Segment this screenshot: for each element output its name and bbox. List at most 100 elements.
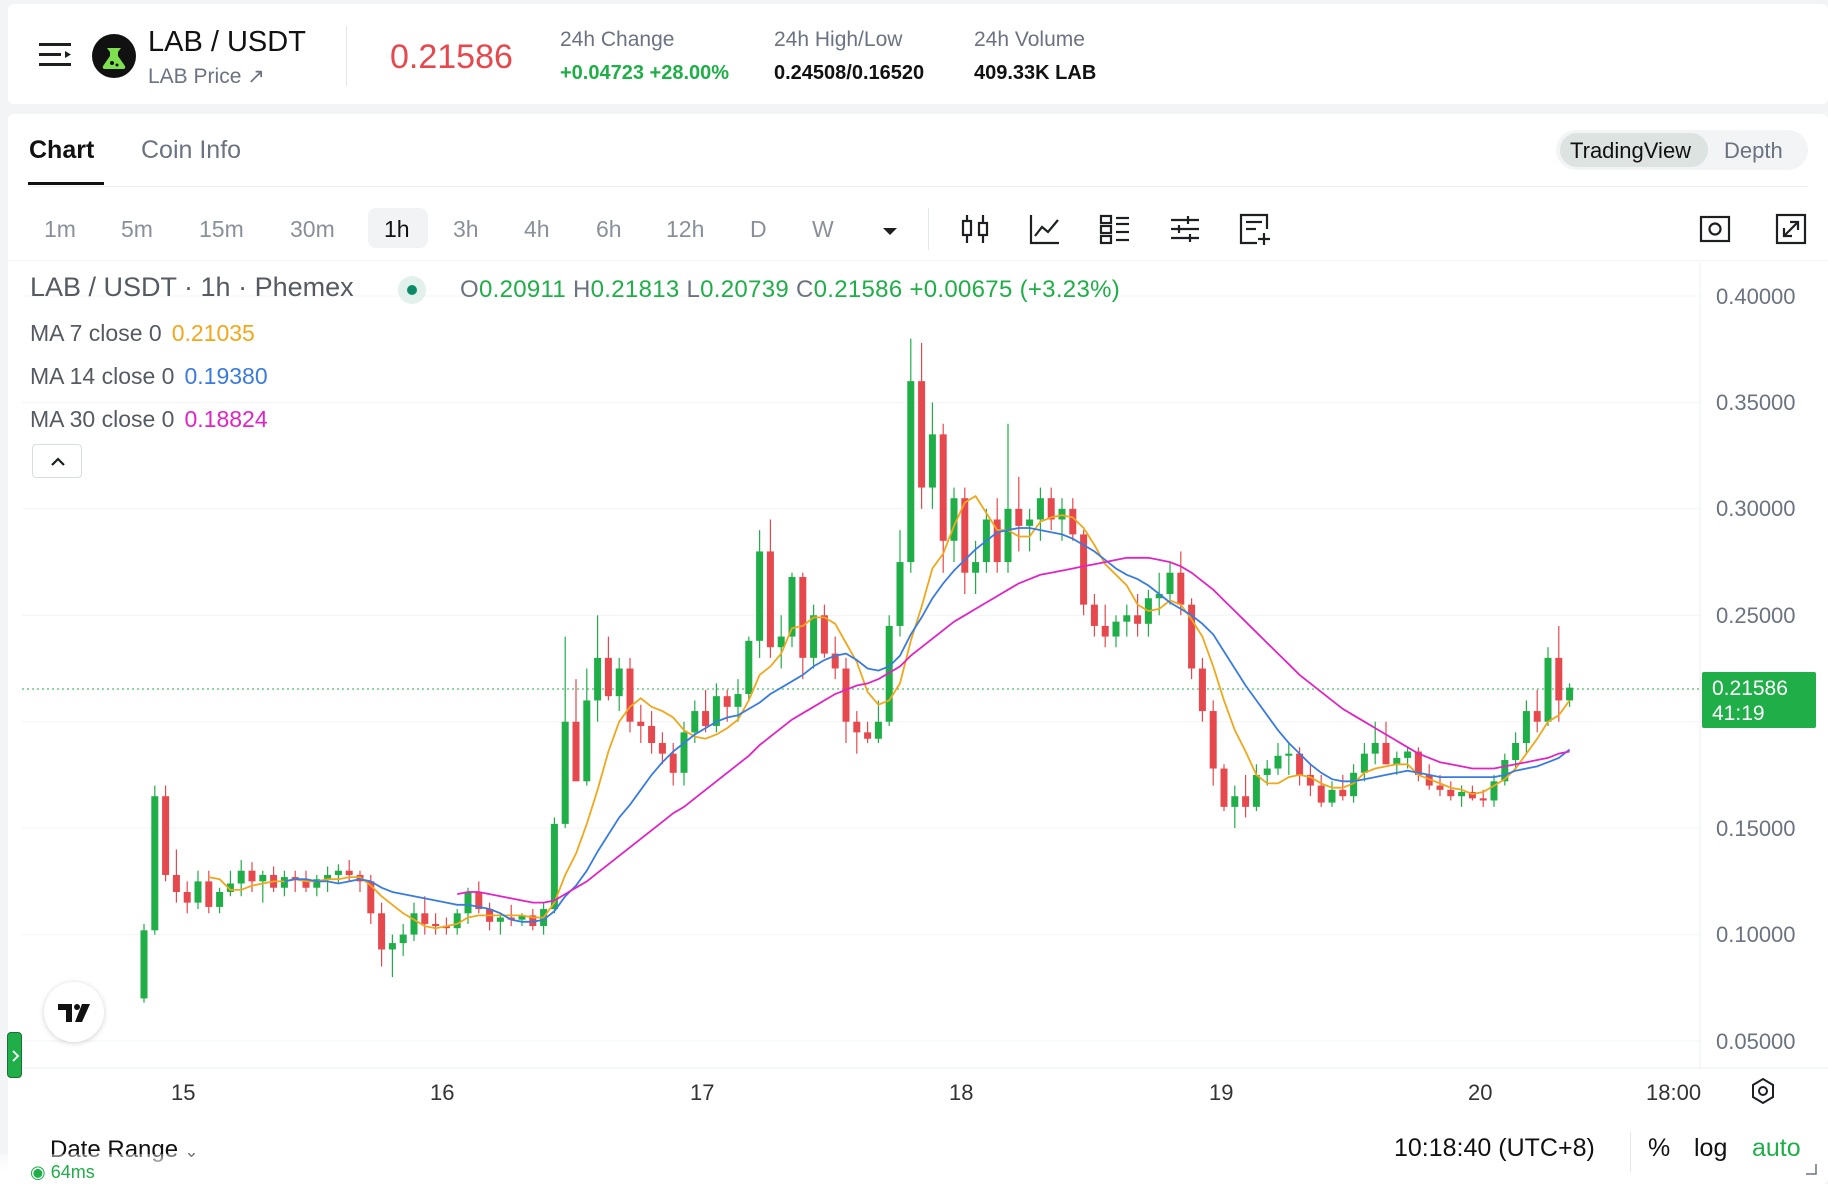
candle-body [680, 732, 688, 773]
ohlc-close-key: C [795, 276, 814, 303]
price-chart[interactable] [0, 0, 1828, 1184]
candle [388, 934, 396, 978]
candle [356, 870, 364, 892]
candle [172, 849, 180, 903]
candle-body [1101, 625, 1109, 637]
candle-body [874, 721, 882, 739]
chevron-right-icon [12, 1050, 20, 1062]
candle-body [1285, 753, 1293, 756]
candle [1522, 700, 1530, 754]
candle [1328, 781, 1336, 807]
percent-scale-toggle[interactable]: % [1648, 1134, 1670, 1163]
candle [1188, 598, 1196, 680]
candle [1036, 487, 1044, 541]
candle-body [896, 562, 904, 626]
ma30-line [457, 556, 1570, 904]
candle-body [1274, 755, 1282, 769]
candle [853, 711, 861, 754]
auto-scale-toggle[interactable]: auto [1752, 1134, 1801, 1163]
ma30-legend[interactable]: MA 30 close 0 0.18824 [30, 406, 268, 433]
candle [766, 519, 774, 658]
ma7-legend[interactable]: MA 7 close 0 0.21035 [30, 320, 255, 347]
x-tick: 17 [690, 1080, 715, 1105]
candle [637, 704, 645, 743]
chart-footer: Date Range ⌄ ◉ 64ms 10:18:40 (UTC+8) % l… [0, 1118, 1828, 1184]
candle-body [496, 917, 504, 922]
candle-body [1069, 508, 1077, 535]
candle-body [388, 943, 396, 950]
candle-body [561, 721, 569, 824]
ohlc-low-key: L [686, 276, 701, 303]
candle-body [162, 796, 170, 875]
candle [1101, 604, 1109, 648]
candle-body [1036, 498, 1044, 520]
candle [1436, 774, 1444, 797]
candle-body [205, 881, 213, 907]
candle [777, 615, 785, 669]
candle [529, 909, 537, 931]
candle-body [378, 913, 386, 950]
latency-value: 64ms [50, 1162, 95, 1182]
candle-body [810, 615, 818, 658]
candle [572, 679, 580, 782]
candle-body [756, 551, 764, 641]
candle-body [1512, 743, 1520, 761]
candle-body [648, 725, 656, 743]
x-tick: 16 [430, 1080, 455, 1105]
candle-body [432, 923, 440, 927]
candle [259, 870, 267, 903]
candle-body [1447, 789, 1455, 797]
candle [1112, 615, 1120, 648]
candle-body [820, 615, 828, 654]
ohlc-low: 0.20739 [700, 276, 789, 303]
resize-corner-icon[interactable] [1804, 1162, 1818, 1176]
candle [1004, 423, 1012, 573]
candle-body [604, 657, 612, 697]
y-tick: 0.05000 [1716, 1029, 1796, 1054]
last-price-tag: 0.21586 41:19 [1702, 672, 1816, 728]
timezone-clock[interactable]: 10:18:40 (UTC+8) [1394, 1134, 1595, 1163]
chart-grid [22, 295, 1700, 1042]
candle-body [1166, 572, 1174, 594]
market-status-dot-icon [398, 276, 426, 304]
candle [756, 530, 764, 658]
axis-settings-icon[interactable] [1748, 1076, 1778, 1106]
candle [594, 615, 602, 722]
candle [313, 874, 321, 897]
candle-body [853, 721, 861, 733]
candle [1490, 774, 1498, 807]
candle-body [1026, 519, 1034, 526]
candle [151, 785, 159, 935]
candle [831, 636, 839, 680]
candle-body [928, 434, 936, 488]
x-tick: 15 [171, 1080, 196, 1105]
side-panel-handle[interactable] [7, 1032, 22, 1078]
candle [194, 870, 202, 910]
y-tick: 0.10000 [1716, 922, 1796, 947]
candle [626, 657, 634, 733]
last-price-tag-value: 0.21586 [1712, 677, 1788, 700]
ma14-legend[interactable]: MA 14 close 0 0.19380 [30, 363, 268, 390]
candle-body [1134, 615, 1142, 624]
candle [291, 870, 299, 892]
footer-divider [1630, 1132, 1631, 1172]
ohlc-high: 0.21813 [590, 276, 680, 303]
chevron-up-icon [51, 457, 65, 466]
candle [1544, 647, 1552, 726]
candle-body [918, 381, 926, 488]
x-tick: 20 [1468, 1080, 1493, 1105]
candle-body [594, 657, 602, 701]
candle-body [907, 381, 915, 563]
candle [561, 636, 569, 829]
tradingview-logo-icon[interactable] [44, 982, 104, 1042]
candle-body [691, 711, 699, 733]
log-scale-toggle[interactable]: log [1694, 1134, 1727, 1163]
candle [270, 866, 278, 892]
candle-body [1058, 508, 1066, 520]
candle [918, 342, 926, 509]
candle [896, 530, 904, 637]
ma30-value: 0.18824 [184, 406, 268, 432]
candle [1047, 487, 1055, 531]
candle [421, 896, 429, 935]
legend-collapse-button[interactable] [32, 444, 82, 478]
